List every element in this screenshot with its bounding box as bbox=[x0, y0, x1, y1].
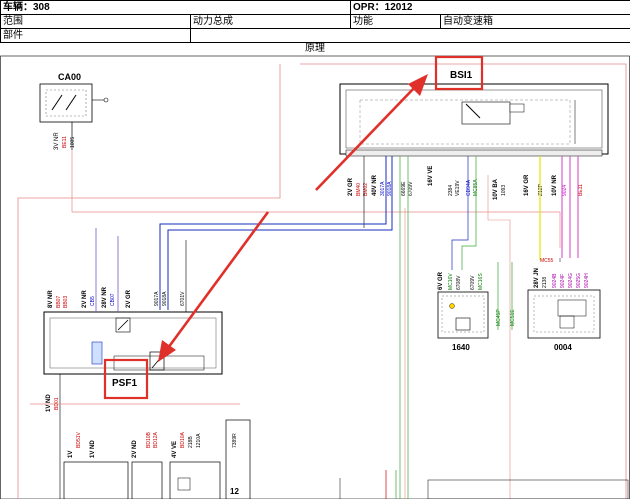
svg-text:12: 12 bbox=[230, 487, 239, 496]
svg-text:28V JN: 28V JN bbox=[534, 268, 540, 288]
svg-text:2V GR: 2V GR bbox=[348, 177, 354, 196]
svg-text:2V ND: 2V ND bbox=[132, 440, 138, 458]
bsi1-box bbox=[339, 83, 609, 155]
bsi1-label: BSI1 bbox=[450, 70, 473, 81]
svg-text:1210A: 1210A bbox=[196, 433, 202, 448]
svg-text:BD10A: BD10A bbox=[180, 431, 186, 448]
svg-text:9024F: 9024F bbox=[560, 274, 566, 288]
svg-text:7389R: 7389R bbox=[232, 433, 238, 448]
svg-text:MC16V: MC16V bbox=[448, 273, 454, 290]
svg-text:2V GR: 2V GR bbox=[126, 289, 132, 308]
bottom-box-3 bbox=[169, 461, 221, 499]
harness-line-v2 bbox=[487, 175, 511, 499]
psf1-label: PSF1 bbox=[112, 378, 137, 389]
bsi1-connector bbox=[345, 149, 603, 157]
svg-text:9025G: 9025G bbox=[576, 273, 582, 288]
svg-text:1V ND: 1V ND bbox=[90, 440, 96, 458]
svg-text:40V NR: 40V NR bbox=[372, 174, 378, 196]
svg-text:MC55: MC55 bbox=[540, 258, 554, 264]
c1640-box bbox=[437, 291, 489, 339]
bottom-box-2 bbox=[131, 461, 163, 499]
svg-text:VE19V: VE19V bbox=[455, 180, 461, 196]
svg-text:BM40: BM40 bbox=[356, 183, 362, 196]
svg-text:2384: 2384 bbox=[448, 185, 454, 196]
svg-text:9024B: 9024B bbox=[552, 273, 558, 288]
bottom-box-5 bbox=[427, 479, 629, 499]
c1640-label: 1640 bbox=[452, 343, 470, 352]
svg-text:CB5: CB5 bbox=[90, 296, 96, 306]
svg-text:1V ND: 1V ND bbox=[46, 394, 52, 412]
svg-text:BD01: BD01 bbox=[54, 397, 60, 410]
svg-text:6701V: 6701V bbox=[180, 291, 186, 306]
svg-text:9024G: 9024G bbox=[568, 273, 574, 288]
svg-text:218B: 218B bbox=[188, 436, 194, 448]
psf1-box bbox=[43, 311, 223, 375]
svg-text:9017A: 9017A bbox=[154, 291, 160, 306]
svg-text:9024: 9024 bbox=[562, 185, 568, 196]
svg-text:9018A: 9018A bbox=[162, 291, 168, 306]
svg-text:16V VE: 16V VE bbox=[428, 166, 434, 186]
svg-text:3V NR: 3V NR bbox=[54, 132, 60, 150]
svg-text:BD51V: BD51V bbox=[76, 431, 82, 448]
svg-text:Z12P: Z12P bbox=[538, 183, 544, 196]
svg-text:10V BA: 10V BA bbox=[493, 178, 499, 200]
svg-text:1093: 1093 bbox=[501, 185, 507, 196]
svg-text:2V NR: 2V NR bbox=[82, 290, 88, 308]
svg-text:MC16S: MC16S bbox=[478, 273, 484, 290]
svg-text:10V NR: 10V NR bbox=[552, 174, 558, 196]
svg-text:BB07: BB07 bbox=[56, 296, 62, 308]
svg-text:BB03: BB03 bbox=[63, 296, 69, 308]
svg-text:9024H: 9024H bbox=[584, 273, 590, 288]
svg-text:6709V: 6709V bbox=[470, 275, 476, 290]
c0004-box bbox=[527, 289, 601, 339]
svg-text:BD12A: BD12A bbox=[153, 431, 159, 448]
svg-text:MC45P: MC45P bbox=[496, 309, 502, 326]
svg-text:BE11: BE11 bbox=[62, 136, 68, 148]
svg-text:6669E: 6669E bbox=[401, 181, 407, 196]
svg-text:6V GR: 6V GR bbox=[438, 271, 444, 290]
svg-text:6709V: 6709V bbox=[408, 181, 414, 196]
svg-text:CB07: CB07 bbox=[110, 293, 116, 306]
svg-text:1005: 1005 bbox=[70, 137, 76, 148]
svg-text:4V VE: 4V VE bbox=[172, 441, 178, 458]
svg-text:BE11: BE11 bbox=[578, 184, 584, 196]
svg-text:28V NR: 28V NR bbox=[102, 286, 108, 308]
bottom-box-1 bbox=[63, 461, 129, 499]
wiring-diagram: CA00 3V NR BE11 1005 BSI1 2V GR BM40 BM0… bbox=[0, 55, 630, 499]
c0004-label: 0004 bbox=[554, 343, 572, 352]
svg-text:CD94A: CD94A bbox=[466, 179, 472, 196]
svg-text:6708V: 6708V bbox=[456, 275, 462, 290]
ca00-label: CA00 bbox=[58, 72, 81, 82]
svg-text:3017A: 3017A bbox=[380, 181, 386, 196]
svg-text:1V: 1V bbox=[68, 451, 74, 458]
svg-text:16V GR: 16V GR bbox=[524, 174, 530, 196]
svg-text:BD10B: BD10B bbox=[146, 431, 152, 448]
svg-text:2138: 2138 bbox=[542, 277, 548, 288]
harness-line-mid bbox=[71, 150, 561, 248]
svg-text:MC51E: MC51E bbox=[510, 309, 516, 326]
svg-text:8V NR: 8V NR bbox=[48, 290, 54, 308]
